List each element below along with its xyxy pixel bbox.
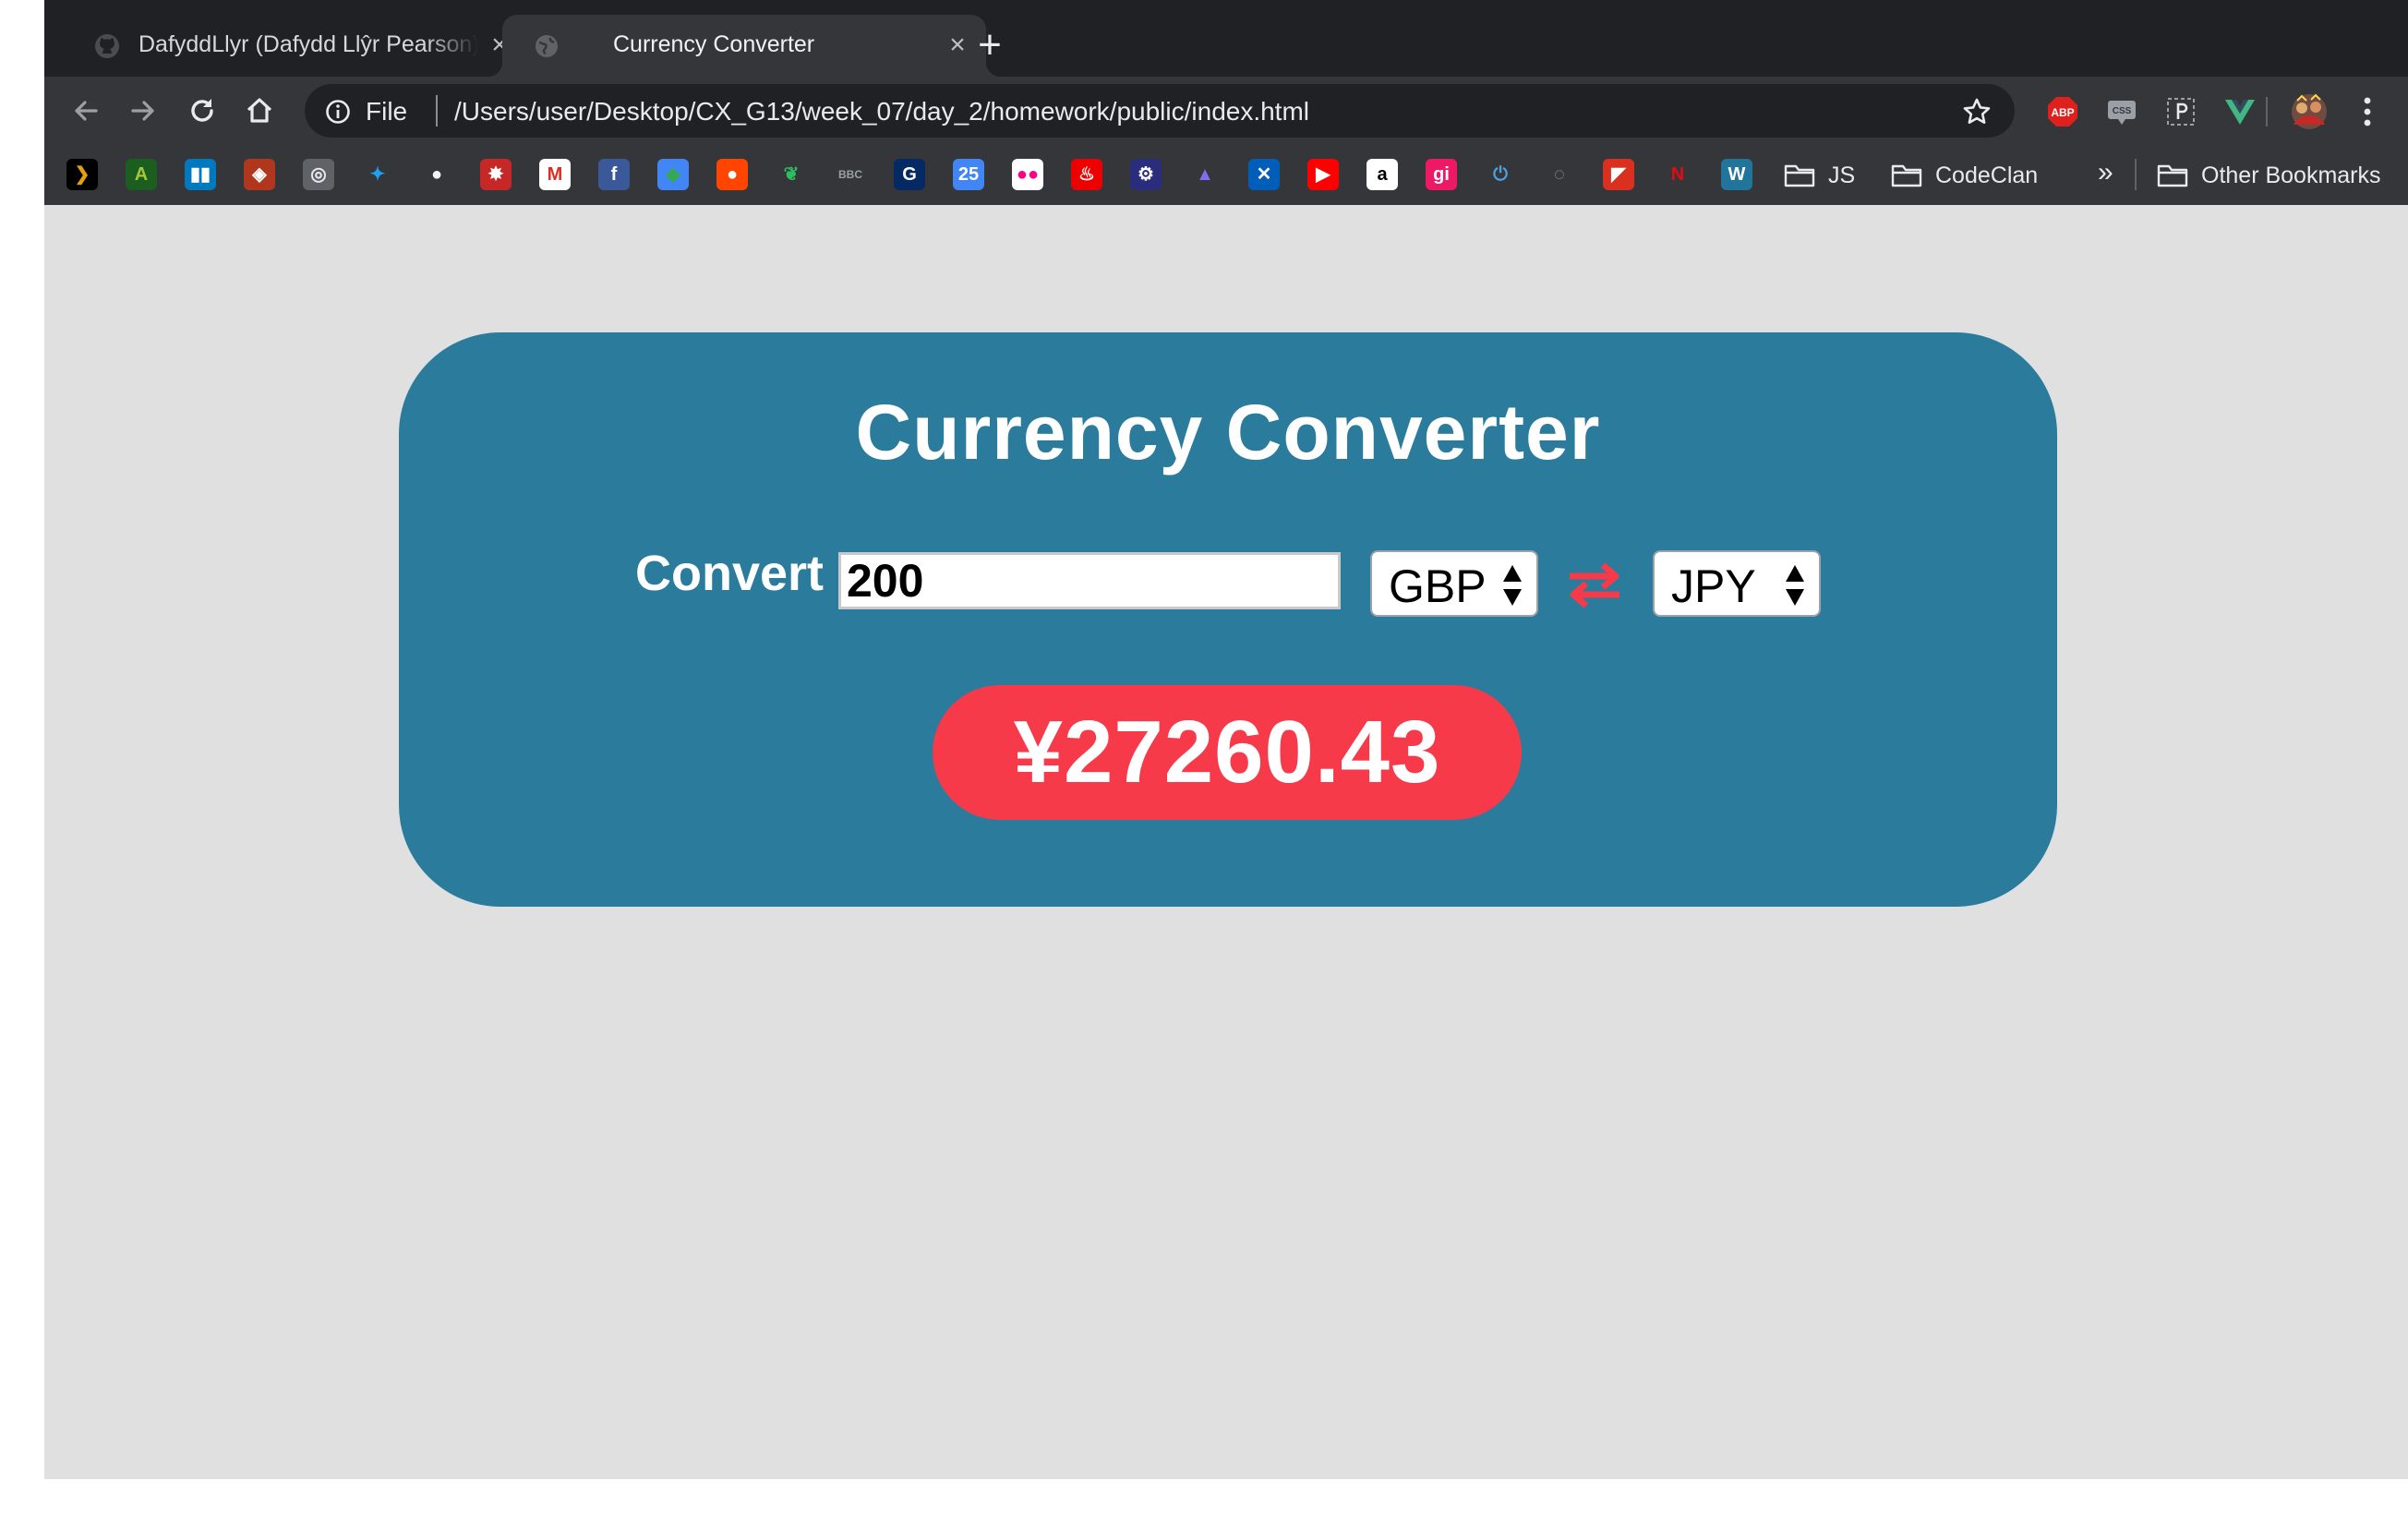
pesticide-icon[interactable] bbox=[2164, 95, 2197, 128]
to-currency-select[interactable]: JPY bbox=[1653, 550, 1821, 617]
back-arrow-icon[interactable] bbox=[68, 93, 103, 128]
tab-strip: DafyddLlyr (Dafydd Llŷr Pearson) × Curre… bbox=[44, 0, 2408, 77]
convert-label: Convert bbox=[635, 546, 825, 601]
bookmark-folder-codeclan[interactable]: CodeClan bbox=[1891, 157, 2038, 194]
info-icon[interactable] bbox=[325, 99, 351, 125]
evernote-icon[interactable]: ❦ bbox=[776, 159, 807, 190]
youtube-icon[interactable]: ▶ bbox=[1307, 159, 1339, 190]
github-icon bbox=[95, 34, 119, 58]
netflix-icon[interactable]: N bbox=[1662, 159, 1693, 190]
conversion-result: ¥27260.43 bbox=[933, 685, 1522, 820]
select-arrows-icon bbox=[1786, 565, 1804, 606]
bookmark-folder-js[interactable]: JS bbox=[1784, 157, 1855, 194]
bookmarks-separator bbox=[2135, 159, 2137, 190]
github-icon[interactable]: ● bbox=[421, 159, 452, 190]
bookmark-star-icon[interactable] bbox=[1961, 96, 1993, 127]
power-icon[interactable]: ⏻ bbox=[1485, 159, 1516, 190]
tab-github-profile[interactable]: DafyddLlyr (Dafydd Llŷr Pearson) × bbox=[65, 15, 532, 77]
address-separator bbox=[436, 95, 438, 126]
vue-devtools-icon[interactable] bbox=[2223, 95, 2257, 128]
guardian-icon[interactable]: G bbox=[894, 159, 925, 190]
close-tab-icon[interactable]: × bbox=[944, 31, 971, 59]
address-bar[interactable]: File /Users/user/Desktop/CX_G13/week_07/… bbox=[305, 84, 2015, 138]
reddit-icon[interactable]: ● bbox=[716, 159, 748, 190]
bookmark-folder-label: CodeClan bbox=[1935, 162, 2039, 188]
home-icon[interactable] bbox=[242, 93, 277, 128]
other-bookmarks-label: Other Bookmarks bbox=[2201, 162, 2381, 188]
folder-icon bbox=[1784, 164, 1815, 187]
browser-toolbar: File /Users/user/Desktop/CX_G13/week_07/… bbox=[44, 77, 2408, 146]
amazon-icon[interactable]: a bbox=[1367, 159, 1398, 190]
more-menu-icon[interactable] bbox=[2360, 93, 2375, 130]
tab-currency-converter[interactable]: Currency Converter × bbox=[488, 15, 1001, 77]
cycling-icon[interactable]: ⚙ bbox=[1130, 159, 1162, 190]
from-currency-select[interactable]: GBP bbox=[1370, 550, 1538, 617]
plex-icon[interactable]: ❯ bbox=[66, 159, 98, 190]
gitter-icon[interactable]: gi bbox=[1426, 159, 1457, 190]
gmail-icon[interactable]: M bbox=[539, 159, 571, 190]
twitter-icon[interactable]: ✦ bbox=[362, 159, 393, 190]
globe-icon bbox=[536, 35, 558, 57]
other-bookmarks-folder[interactable]: Other Bookmarks bbox=[2157, 157, 2381, 194]
bbc-icon[interactable]: BBC bbox=[835, 159, 866, 190]
profile-avatar-icon[interactable] bbox=[2290, 93, 2329, 130]
css-viewer-label: CSS bbox=[2113, 106, 2132, 116]
url-scheme: File bbox=[366, 97, 408, 126]
jira-icon[interactable]: ▲ bbox=[1189, 159, 1221, 190]
browser-window: DafyddLlyr (Dafydd Llŷr Pearson) × Curre… bbox=[44, 0, 2408, 1479]
tab-title: Currency Converter bbox=[613, 31, 815, 57]
facebook-icon[interactable]: f bbox=[598, 159, 630, 190]
folder-icon bbox=[1891, 164, 1922, 187]
codewars-icon[interactable]: ◈ bbox=[244, 159, 275, 190]
swap-arrows-icon[interactable] bbox=[1564, 558, 1625, 613]
runner-icon[interactable]: ✸ bbox=[480, 159, 512, 190]
select-arrows-icon bbox=[1503, 565, 1522, 606]
swirl-icon[interactable]: ◎ bbox=[303, 159, 334, 190]
css-viewer-icon[interactable]: CSS bbox=[2105, 95, 2138, 128]
from-currency-value: GBP bbox=[1389, 560, 1487, 612]
halifax-icon[interactable]: ✕ bbox=[1248, 159, 1280, 190]
page-title: Currency Converter bbox=[855, 389, 1601, 476]
toolbar-divider bbox=[2266, 97, 2268, 126]
folder-icon bbox=[2157, 164, 2188, 187]
adblock-plus-icon[interactable]: ABP bbox=[2046, 95, 2079, 128]
trello-icon[interactable]: ▮▮ bbox=[185, 159, 216, 190]
santander-icon[interactable]: ♨ bbox=[1071, 159, 1102, 190]
google-maps-icon[interactable]: ◆ bbox=[657, 159, 689, 190]
flickr-icon[interactable]: ●● bbox=[1012, 159, 1043, 190]
forward-arrow-icon[interactable] bbox=[126, 93, 161, 128]
bookmarks-bar: ❯ A ▮▮ ◈ ◎ ✦ ● ✸ Mf ◆ ● ❦ BBC G 25 ●● ♨ ⚙ ▲ ✕ ▶ a gi ⏻ ◌ ◤ N W JS C… bbox=[44, 146, 2408, 205]
speakerdeck-icon[interactable]: ◤ bbox=[1603, 159, 1634, 190]
wordpress-icon[interactable]: W bbox=[1721, 159, 1752, 190]
tab-title: DafyddLlyr (Dafydd Llŷr Pearson) bbox=[138, 31, 478, 57]
bookmark-folder-label: JS bbox=[1828, 162, 1856, 188]
url-text[interactable]: /Users/user/Desktop/CX_G13/week_07/day_2… bbox=[454, 97, 1309, 126]
page-content: Currency Converter Convert GBP JPY bbox=[44, 205, 2408, 1479]
new-tab-button[interactable]: + bbox=[971, 24, 1008, 66]
to-currency-value: JPY bbox=[1671, 560, 1756, 612]
converter-card: Currency Converter Convert GBP JPY bbox=[399, 332, 2057, 907]
reload-icon[interactable] bbox=[185, 93, 220, 128]
calendar-icon[interactable]: 25 bbox=[953, 159, 984, 190]
amount-input[interactable] bbox=[838, 552, 1341, 609]
loader-icon[interactable]: ◌ bbox=[1544, 159, 1575, 190]
android-studio-icon[interactable]: A bbox=[126, 159, 157, 190]
adblock-label: ABP bbox=[2051, 106, 2074, 119]
bookmarks-overflow-button[interactable]: » bbox=[2098, 157, 2113, 188]
